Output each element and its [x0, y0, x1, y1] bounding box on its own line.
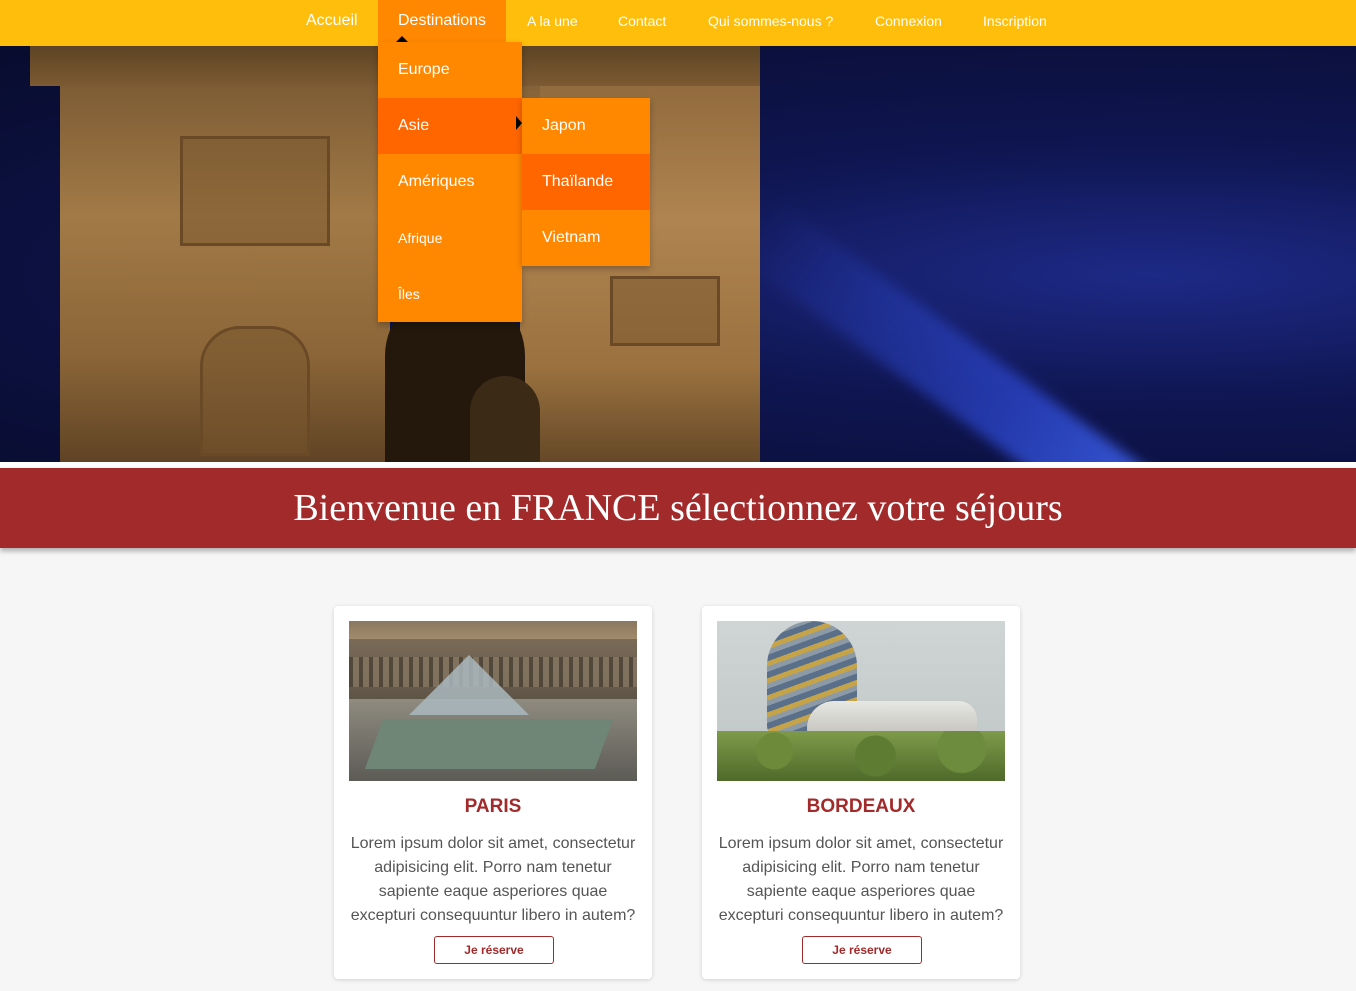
dropdown-item-afrique[interactable]: Afrique [378, 210, 522, 266]
dropdown-item-europe[interactable]: Europe [378, 42, 522, 98]
welcome-banner: Bienvenue en FRANCE sélectionnez votre s… [0, 468, 1356, 548]
destination-card-bordeaux: BORDEAUX Lorem ipsum dolor sit amet, con… [702, 606, 1020, 979]
image-pyramid [409, 655, 529, 715]
paris-louvre-image [349, 621, 637, 781]
card-description: Lorem ipsum dolor sit amet, consectetur … [350, 835, 636, 924]
nav-link-connexion[interactable]: Connexion [855, 0, 962, 42]
nav-link-a-la-une[interactable]: A la une [507, 0, 598, 42]
nav-link-inscription[interactable]: Inscription [963, 0, 1067, 42]
card-title: BORDEAUX [806, 796, 916, 817]
light-beam [739, 202, 1202, 462]
bordeaux-cite-du-vin-image [717, 621, 1005, 781]
dropdown-item-asie-label: Asie [398, 117, 430, 134]
submenu-item-vietnam[interactable]: Vietnam [522, 210, 650, 266]
submenu-item-japon[interactable]: Japon [522, 98, 650, 154]
reserve-button-paris[interactable]: Je réserve [434, 936, 554, 964]
image-pool [364, 719, 614, 769]
asie-submenu: Japon Thaïlande Vietnam [522, 98, 650, 266]
destination-card-paris: PARIS Lorem ipsum dolor sit amet, consec… [334, 606, 652, 979]
nav-link-contact[interactable]: Contact [598, 0, 686, 42]
arch-side-opening [470, 376, 540, 462]
card-title: PARIS [464, 796, 522, 817]
dropdown-item-ameriques[interactable]: Amériques [378, 154, 522, 210]
hero-image-arc-de-triomphe [0, 46, 1356, 462]
arch-relief-panel [180, 136, 330, 246]
nav-link-accueil[interactable]: Accueil [286, 0, 378, 42]
dropdown-item-iles[interactable]: Îles [378, 266, 522, 322]
card-description: Lorem ipsum dolor sit amet, consectetur … [718, 835, 1004, 924]
dropdown-item-asie[interactable]: Asie [378, 98, 522, 154]
welcome-title: Bienvenue en FRANCE sélectionnez votre s… [293, 487, 1063, 529]
nav-link-destinations[interactable]: Destinations [378, 0, 507, 42]
image-trees [717, 731, 1005, 781]
arch-relief-panel [610, 276, 720, 346]
reserve-button-bordeaux[interactable]: Je réserve [802, 936, 922, 964]
nav-link-destinations-label: Destinations [398, 12, 487, 29]
nav-link-qui-sommes-nous[interactable]: Qui sommes-nous ? [688, 0, 853, 42]
submenu-item-thailande[interactable]: Thaïlande [522, 154, 650, 210]
destinations-dropdown: Europe Asie Amériques Afrique Îles [378, 42, 522, 322]
arch-sculpture [200, 326, 310, 456]
top-navbar: Accueil Destinations A la une Contact Qu… [0, 0, 1356, 46]
